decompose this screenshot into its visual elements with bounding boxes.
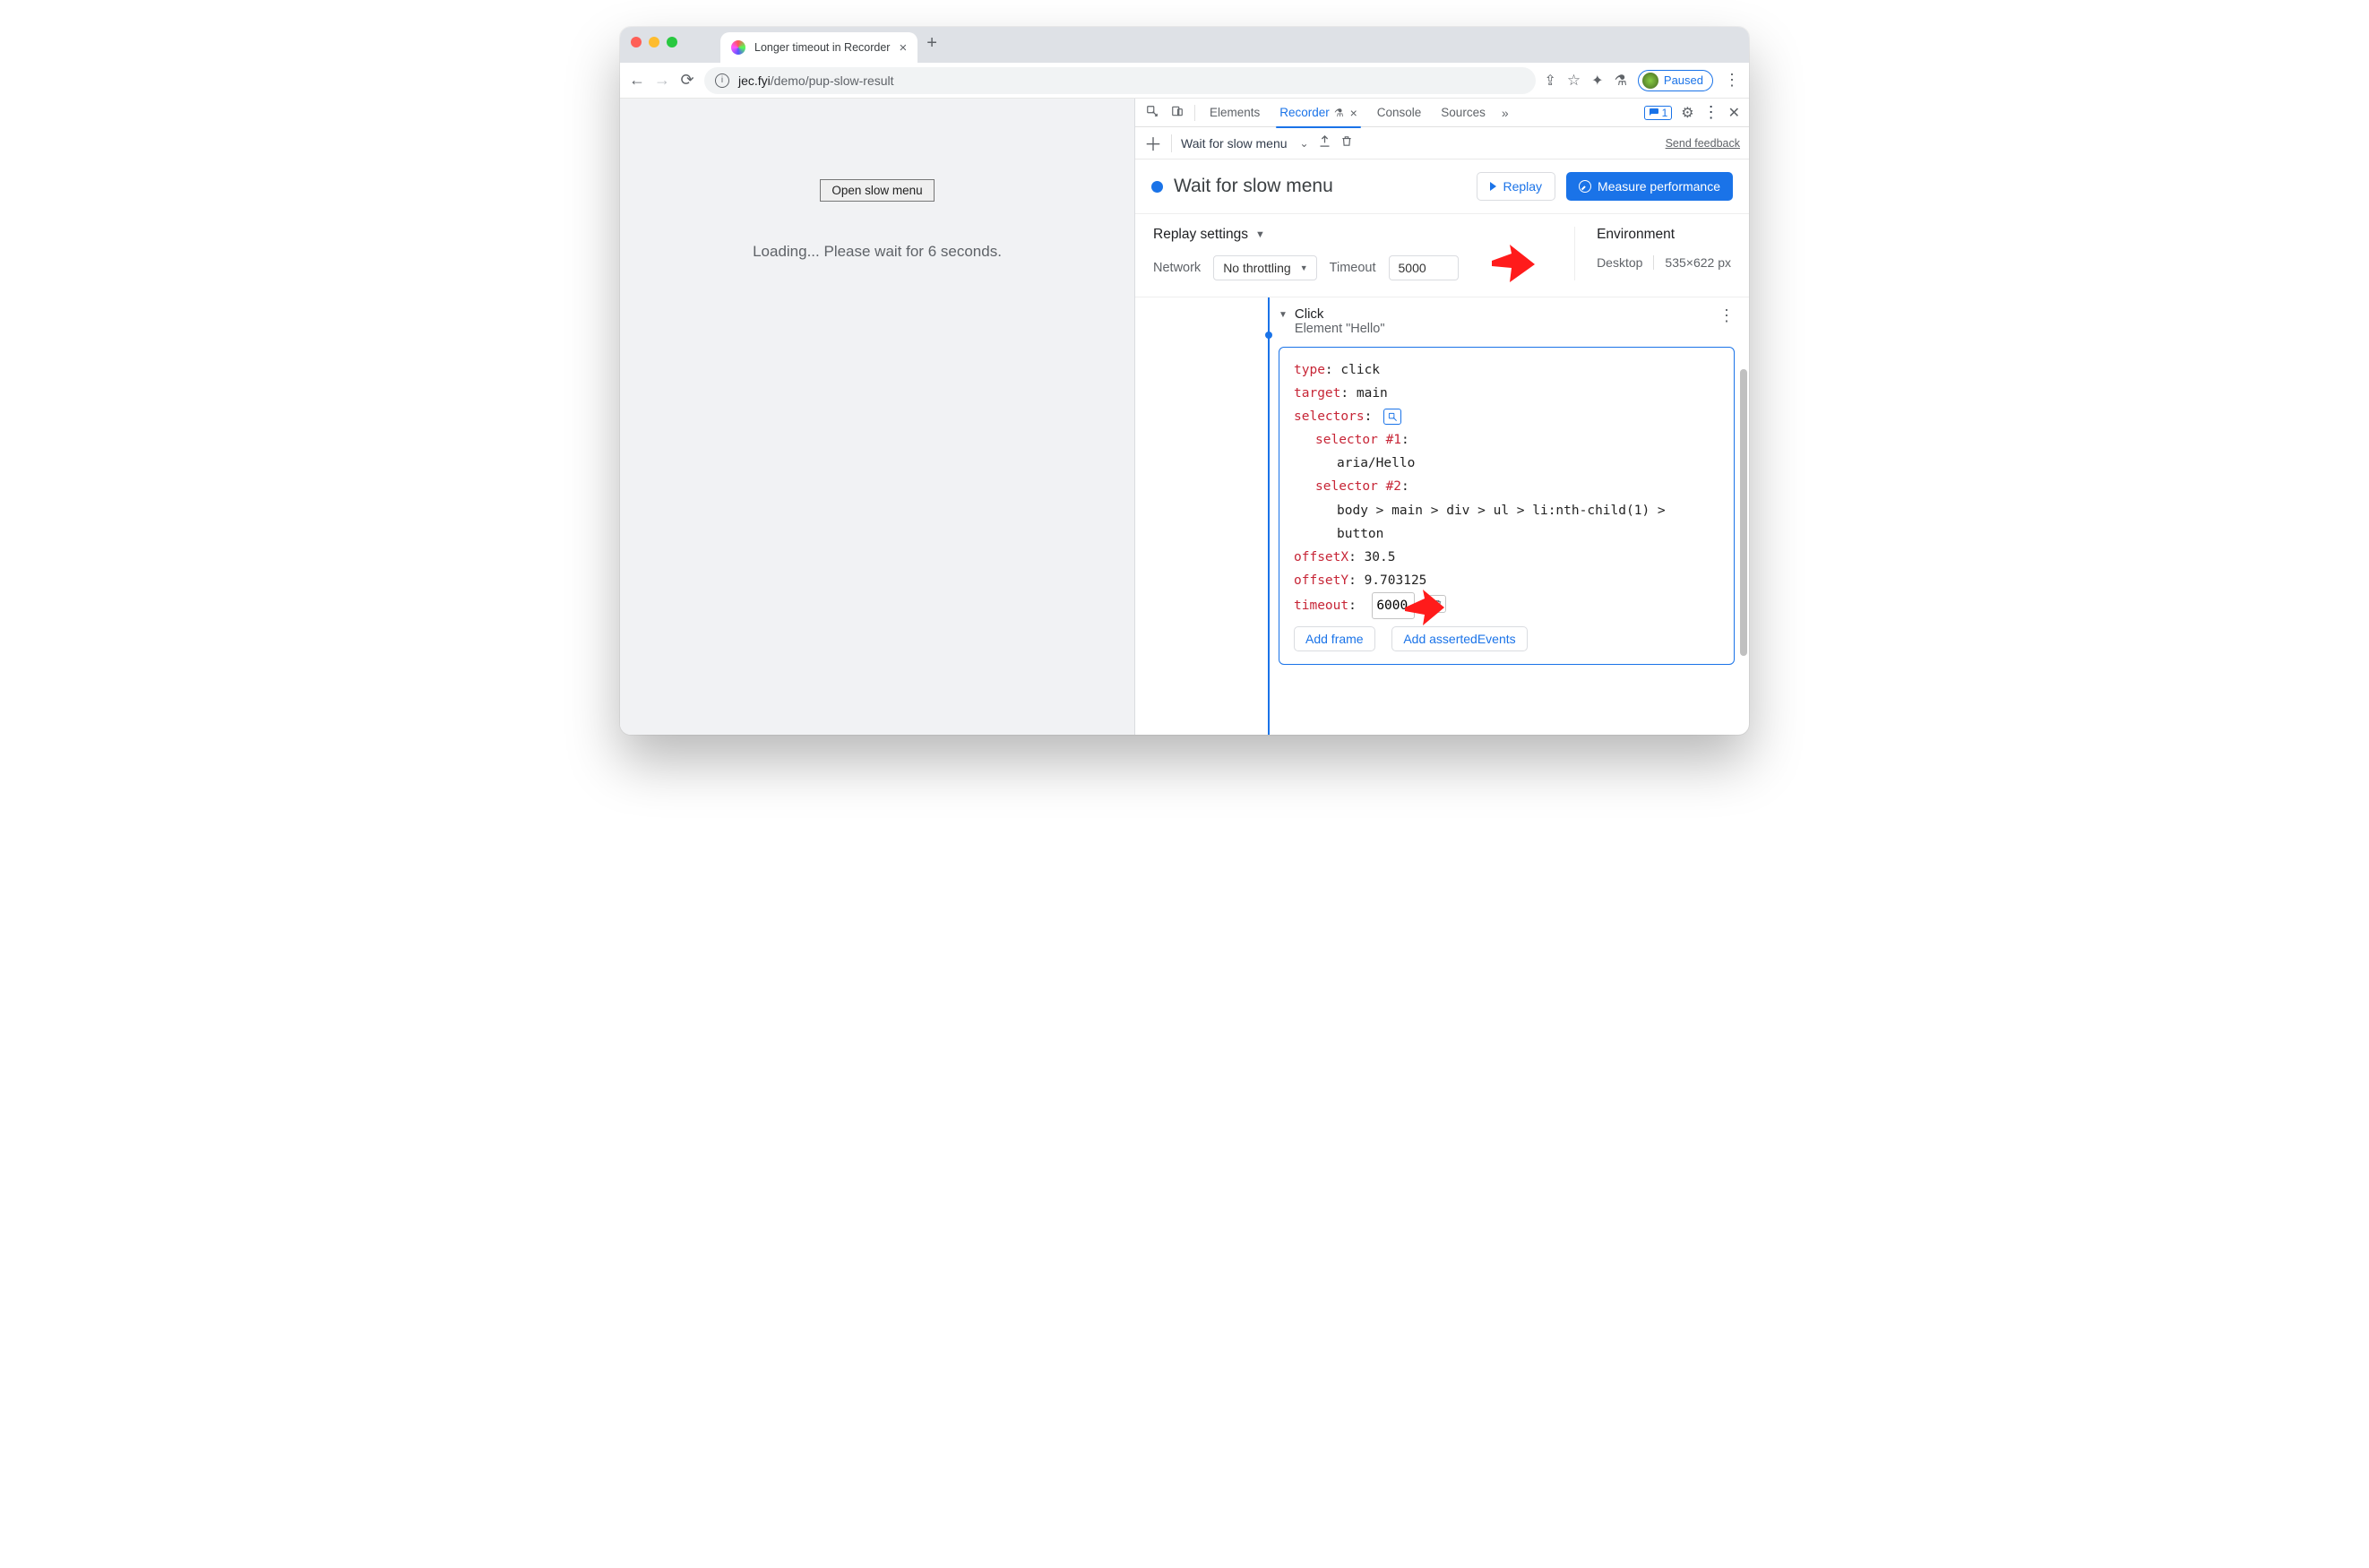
address-bar[interactable]: i jec.fyi/demo/pup-slow-result — [704, 67, 1536, 94]
selector-1-value: aria/Hello — [1294, 452, 1719, 475]
device-toggle-icon[interactable] — [1166, 105, 1189, 120]
delete-icon[interactable] — [1340, 134, 1353, 151]
recording-dot-icon — [1151, 181, 1163, 193]
replay-settings: Replay settings ▼ Network No throttling … — [1135, 214, 1749, 297]
site-info-icon[interactable]: i — [715, 73, 729, 88]
add-asserted-events-button[interactable]: Add assertedEvents — [1391, 626, 1527, 651]
titlebar: Longer timeout in Recorder × + — [620, 27, 1749, 63]
url-text: jec.fyi/demo/pup-slow-result — [738, 73, 894, 88]
chrome-menu-icon[interactable]: ⋮ — [1724, 71, 1740, 90]
delete-timeout-icon[interactable] — [1428, 595, 1446, 613]
share-icon[interactable]: ⇪ — [1545, 72, 1556, 90]
step-header[interactable]: ▼ Click Element "Hello" ⋮ — [1279, 306, 1735, 336]
experiment-icon: ⚗ — [1334, 107, 1344, 119]
tab-title: Longer timeout in Recorder — [754, 41, 890, 54]
labs-icon[interactable]: ⚗ — [1615, 72, 1627, 90]
close-tab-icon[interactable]: × — [899, 40, 907, 56]
steps-list: ▼ Click Element "Hello" ⋮ type: click ta… — [1135, 297, 1749, 735]
tab-recorder[interactable]: Recorder ⚗ × — [1271, 99, 1365, 127]
toolbar: ← → ⟳ i jec.fyi/demo/pup-slow-result ⇪ ☆… — [620, 63, 1749, 99]
recording-selector[interactable]: Wait for slow menu ⌄ — [1181, 136, 1309, 151]
tab-elements[interactable]: Elements — [1201, 99, 1269, 127]
forward-button: → — [654, 71, 670, 90]
selector-2-value: body > main > div > ul > li:nth-child(1)… — [1294, 499, 1719, 546]
content: Open slow menu Loading... Please wait fo… — [620, 99, 1749, 735]
close-window[interactable] — [631, 37, 642, 47]
env-size: 535×622 px — [1653, 255, 1731, 270]
scrollbar-thumb[interactable] — [1740, 369, 1747, 656]
gauge-icon — [1579, 180, 1591, 193]
recording-header: Wait for slow menu Replay Measure perfor… — [1135, 159, 1749, 214]
inspect-icon[interactable] — [1141, 105, 1164, 120]
step-menu-icon[interactable]: ⋮ — [1719, 306, 1735, 325]
browser-window: Longer timeout in Recorder × + ← → ⟳ i j… — [620, 27, 1749, 735]
profile-label: Paused — [1664, 73, 1703, 87]
network-label: Network — [1153, 261, 1201, 275]
add-frame-button[interactable]: Add frame — [1294, 626, 1375, 651]
devtools-menu-icon[interactable]: ⋮ — [1703, 103, 1719, 122]
timeline-rail — [1268, 297, 1270, 735]
issues-button[interactable]: 1 — [1644, 106, 1673, 120]
devtools-tabstrip: Elements Recorder ⚗ × Console Sources » … — [1135, 99, 1749, 127]
step-details: type: click target: main selectors: sele… — [1279, 347, 1735, 665]
settings-icon[interactable]: ⚙ — [1681, 104, 1693, 122]
step-timeout-input[interactable] — [1372, 592, 1415, 619]
loading-text: Loading... Please wait for 6 seconds. — [753, 243, 1002, 261]
recording-title: Wait for slow menu — [1174, 176, 1466, 197]
avatar — [1642, 73, 1658, 89]
timeout-input[interactable] — [1389, 255, 1459, 280]
recorder-toolbar: ＋ Wait for slow menu ⌄ Send feedback — [1135, 127, 1749, 159]
favicon — [731, 40, 745, 55]
tab-console[interactable]: Console — [1368, 99, 1431, 127]
chevron-down-icon: ▼ — [1255, 229, 1265, 240]
environment-panel: Environment Desktop 535×622 px — [1574, 227, 1731, 280]
more-tabs-icon[interactable]: » — [1496, 106, 1514, 120]
step-subtitle: Element "Hello" — [1295, 322, 1385, 336]
timeout-label: Timeout — [1330, 261, 1376, 275]
maximize-window[interactable] — [667, 37, 677, 47]
chevron-down-icon: ⌄ — [1300, 137, 1309, 150]
env-device: Desktop — [1597, 255, 1642, 270]
devtools: Elements Recorder ⚗ × Console Sources » … — [1134, 99, 1749, 735]
export-icon[interactable] — [1318, 134, 1331, 151]
add-recording-button[interactable]: ＋ — [1144, 130, 1162, 156]
toolbar-right: ⇪ ☆ ✦ ⚗ Paused ⋮ — [1545, 70, 1741, 91]
send-feedback-link[interactable]: Send feedback — [1666, 137, 1740, 150]
environment-title: Environment — [1597, 227, 1731, 243]
play-icon — [1490, 182, 1496, 191]
rendered-page: Open slow menu Loading... Please wait fo… — [620, 99, 1134, 735]
bookmark-icon[interactable]: ☆ — [1567, 72, 1581, 90]
reload-button[interactable]: ⟳ — [679, 71, 695, 90]
new-tab-button[interactable]: + — [926, 33, 937, 54]
pick-selector-icon[interactable] — [1383, 409, 1401, 425]
traffic-lights — [631, 37, 677, 47]
browser-tab[interactable]: Longer timeout in Recorder × — [720, 32, 917, 63]
network-select[interactable]: No throttling — [1213, 255, 1316, 280]
tab-sources[interactable]: Sources — [1432, 99, 1495, 127]
step-title: Click — [1295, 306, 1385, 322]
minimize-window[interactable] — [649, 37, 659, 47]
close-devtools-icon[interactable]: ✕ — [1728, 104, 1740, 122]
replay-settings-title[interactable]: Replay settings ▼ — [1153, 227, 1574, 243]
replay-button[interactable]: Replay — [1477, 172, 1555, 201]
extensions-icon[interactable]: ✦ — [1591, 72, 1603, 90]
open-slow-menu-button[interactable]: Open slow menu — [820, 179, 934, 202]
chevron-down-icon: ▼ — [1279, 310, 1288, 320]
measure-performance-button[interactable]: Measure performance — [1566, 172, 1733, 201]
back-button[interactable]: ← — [629, 71, 645, 90]
profile-chip[interactable]: Paused — [1638, 70, 1713, 91]
close-panel-icon[interactable]: × — [1350, 106, 1357, 120]
